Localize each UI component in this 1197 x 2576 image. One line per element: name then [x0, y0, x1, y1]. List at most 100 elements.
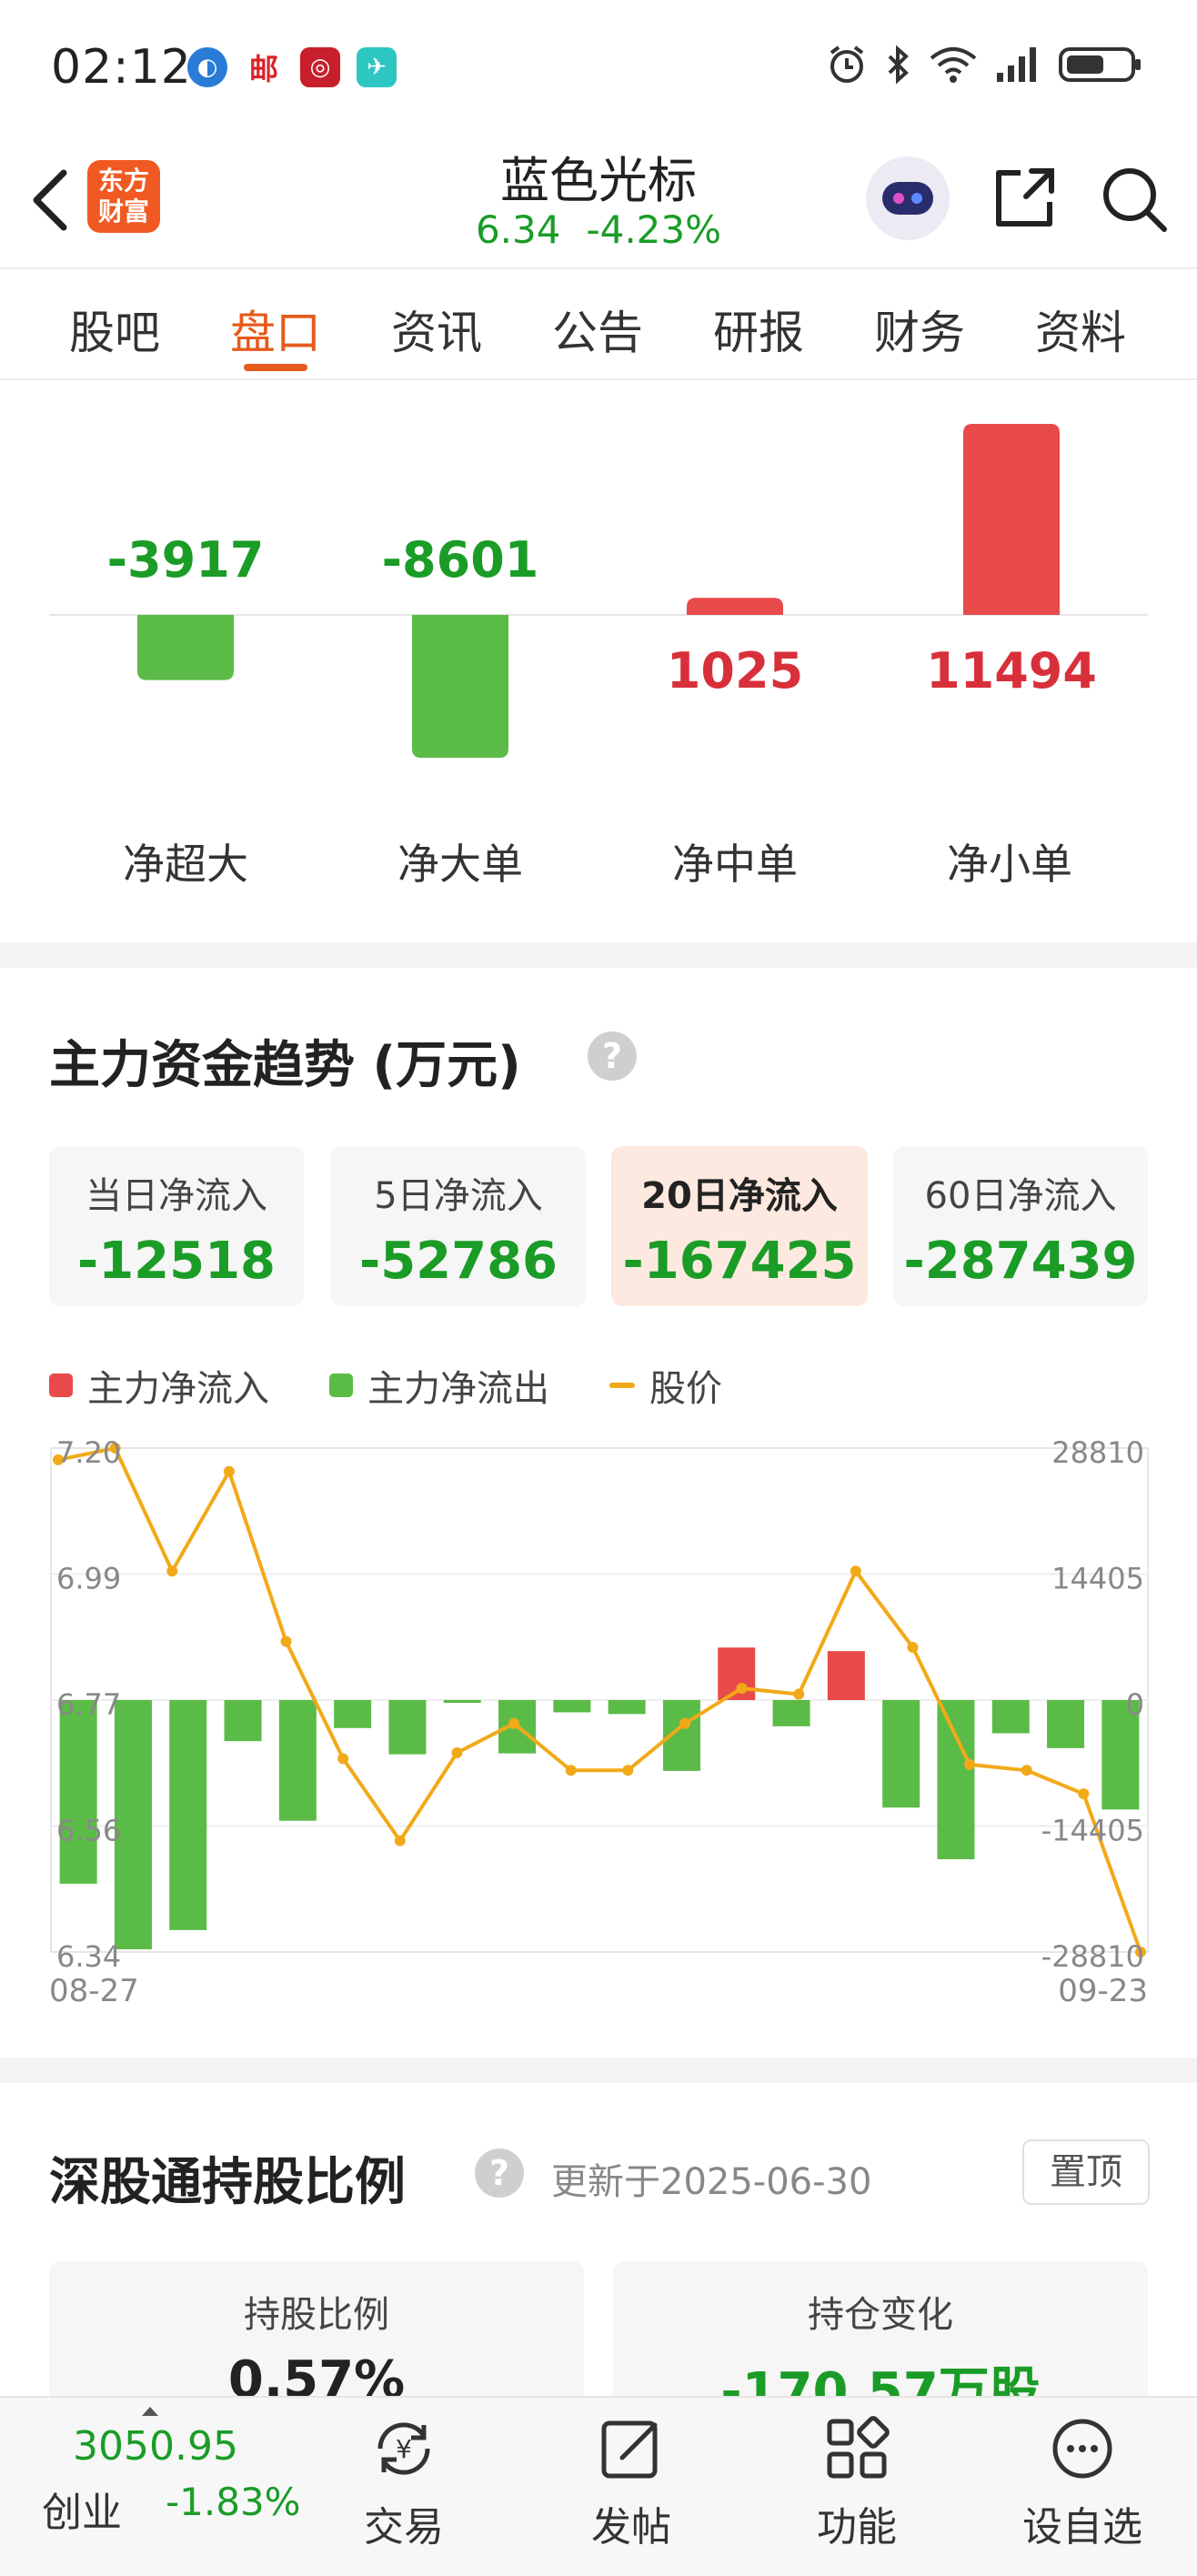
flow-bar [334, 1700, 372, 1728]
price-point [964, 1758, 976, 1770]
right-tick-label: 14405 [1051, 1562, 1144, 1596]
nav-trade[interactable]: ¥ 交易 [331, 2412, 477, 2552]
tab-profile[interactable]: 资料 [1008, 297, 1153, 362]
flow-bar [412, 615, 508, 759]
price-point [679, 1717, 690, 1729]
nav-add-watchlist[interactable]: 设自选 [1010, 2412, 1155, 2552]
help-icon[interactable]: ? [475, 2148, 524, 2198]
status-right-icons [826, 44, 1142, 86]
price-point [451, 1746, 463, 1758]
stock-change: -4.23% [586, 207, 722, 252]
flow-label-super: 净超大 [123, 840, 248, 889]
flow-bar [59, 1700, 97, 1884]
price-point [166, 1565, 178, 1577]
net-inflow-card-20d[interactable]: 20日净流入 -167425 [611, 1146, 868, 1306]
function-icon [827, 2416, 890, 2479]
flow-bar [137, 615, 234, 680]
price-point [394, 1835, 406, 1846]
flow-bar [1047, 1700, 1085, 1748]
post-app-icon: 邮 [248, 52, 278, 86]
legend-price: 股价 [609, 1359, 722, 1412]
ai-assistant-avatar[interactable] [866, 156, 950, 240]
index-value[interactable]: 3050.95 [73, 2423, 238, 2470]
order-flow-bars: -3917 -8601 1025 11494 [49, 424, 1148, 759]
trend-title: 主力资金趋势 (万元) [49, 1036, 521, 1095]
flow-bar [608, 1700, 646, 1715]
flow-bar [963, 424, 1060, 615]
x-end-label: 09-23 [1058, 1973, 1148, 2009]
search-icon[interactable] [1097, 162, 1170, 235]
price-point [508, 1717, 520, 1729]
status-time: 02:12 [51, 40, 192, 95]
capital-trend-chart: 7.20 6.99 6.77 6.56 6.34 28810 14405 0 -14405 -28… [49, 1435, 1149, 2009]
net-inflow-card-5d[interactable]: 5日净流入 -52786 [331, 1146, 586, 1306]
price-point [850, 1565, 861, 1577]
legend-outflow: 主力净流出 [329, 1359, 549, 1412]
net-inflow-card-60d[interactable]: 60日净流入 -287439 [893, 1146, 1148, 1306]
index-change[interactable]: -1.83% [166, 2480, 301, 2524]
price-point [907, 1642, 919, 1654]
net-inflow-card-1d[interactable]: 当日净流入 -12518 [49, 1146, 304, 1306]
share-icon[interactable] [990, 164, 1059, 233]
post-icon [601, 2420, 658, 2479]
price-point [1021, 1765, 1032, 1776]
section-divider [0, 942, 1197, 968]
legend-inflow-swatch [49, 1374, 73, 1397]
price-point [223, 1465, 235, 1477]
flow-bar [937, 1700, 975, 1859]
battery-icon [1059, 47, 1141, 82]
caret-up-icon [142, 2407, 158, 2416]
flow-bar [553, 1700, 591, 1713]
right-tick-label: 28810 [1051, 1435, 1144, 1470]
flow-label-large: 净大单 [397, 840, 523, 889]
robot-icon [882, 182, 933, 215]
left-tick-label: 6.34 [56, 1939, 121, 1974]
tab-pankou[interactable]: 盘口 [203, 297, 348, 362]
price-point [793, 1688, 805, 1700]
bluetooth-icon [888, 45, 909, 85]
watchlist-icon [1052, 2419, 1112, 2479]
travel-app-icon: ✈ [357, 47, 397, 87]
flow-label-small: 净小单 [947, 840, 1072, 889]
legend-inflow: 主力净流入 [49, 1359, 269, 1412]
update-date: 更新于2025-06-30 [551, 2161, 872, 2203]
tab-news[interactable]: 资讯 [364, 297, 509, 362]
nav-post[interactable]: 发帖 [558, 2412, 704, 2552]
flow-bar [991, 1700, 1030, 1734]
left-tick-label: 6.56 [56, 1814, 121, 1848]
flow-bar [224, 1700, 262, 1742]
stock-header: 东方 财富 蓝色光标 6.34 -4.23% [0, 136, 1197, 267]
price-point [280, 1635, 292, 1647]
holding-ratio-card: 持股比例 0.57% [49, 2261, 584, 2410]
tab-guba[interactable]: 股吧 [42, 297, 187, 362]
tab-finance[interactable]: 财务 [847, 297, 992, 362]
flow-bar [388, 1700, 427, 1755]
signal-icon [997, 47, 1036, 82]
tab-research[interactable]: 研报 [686, 297, 831, 362]
pin-to-top-button[interactable]: 置顶 [1022, 2139, 1150, 2205]
price-point [337, 1753, 349, 1765]
x-start-label: 08-27 [49, 1973, 139, 2009]
left-tick-label: 6.77 [56, 1687, 121, 1722]
stock-price: 6.34 [475, 207, 561, 252]
flow-bar [169, 1700, 207, 1930]
price-point [622, 1765, 634, 1776]
flow-bar [278, 1700, 317, 1821]
price-point [736, 1683, 748, 1695]
help-icon[interactable]: ? [588, 1031, 637, 1081]
right-tick-label: 0 [1126, 1687, 1144, 1722]
holding-change-card: 持仓变化 -170.57万股 [613, 2261, 1148, 2421]
left-tick-label: 6.99 [56, 1562, 121, 1596]
bottom-navigation: 3050.95 创业 -1.83% ¥ 交易 发帖 功能 设自选 [0, 2396, 1197, 2576]
nav-functions[interactable]: 功能 [784, 2412, 930, 2552]
index-name[interactable]: 创业 [42, 2480, 122, 2538]
flow-bar [687, 598, 783, 615]
price-point [1078, 1788, 1090, 1800]
tab-bar: 股吧 盘口 资讯 公告 研报 财务 资料 [0, 267, 1197, 380]
bank-app-icon: ◎ [300, 47, 340, 87]
tab-announcements[interactable]: 公告 [525, 297, 670, 362]
hk-connect-title: 深股通持股比例 [49, 2153, 406, 2212]
flow-bar [827, 1651, 865, 1700]
flow-bar-value: 11494 [926, 642, 1097, 699]
flow-bar [772, 1700, 810, 1726]
